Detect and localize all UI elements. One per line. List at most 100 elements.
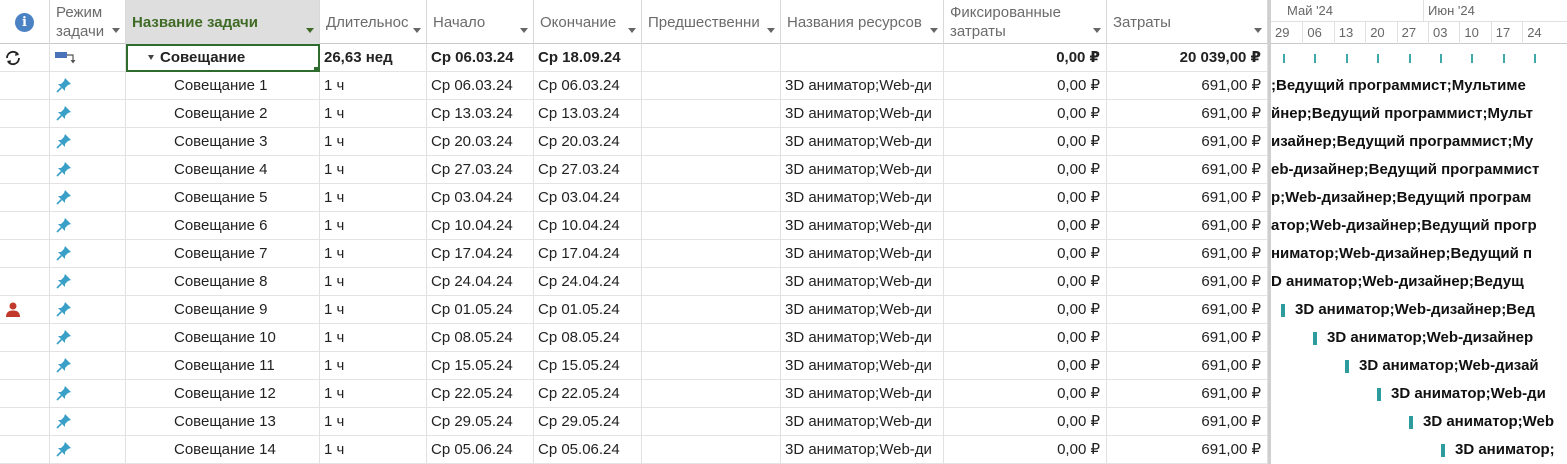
task-start-cell[interactable]: Ср 29.05.24 — [427, 408, 534, 436]
summary-predecessors[interactable] — [642, 44, 781, 72]
task-pred-cell[interactable] — [642, 408, 781, 436]
col-fixed-cost[interactable]: Фиксированные затраты — [944, 0, 1107, 44]
task-finish-cell[interactable]: Ср 03.04.24 — [534, 184, 642, 212]
task-resources-cell[interactable]: 3D аниматор;Web-ди — [781, 100, 944, 128]
task-resources-cell[interactable]: 3D аниматор;Web-ди — [781, 156, 944, 184]
task-name-cell[interactable]: Совещание 5 — [126, 184, 320, 212]
gantt-row[interactable]: ниматор;Web-дизайнер;Ведущий п — [1271, 240, 1567, 268]
gantt-row[interactable]: р;Web-дизайнер;Ведущий програм — [1271, 184, 1567, 212]
task-start-cell[interactable]: Ср 08.05.24 — [427, 324, 534, 352]
task-fixed-cell[interactable]: 0,00 ₽ — [944, 296, 1107, 324]
task-pred-cell[interactable] — [642, 156, 781, 184]
task-duration-cell[interactable]: 1 ч — [320, 268, 427, 296]
task-cost-cell[interactable]: 691,00 ₽ — [1107, 156, 1268, 184]
task-cost-cell[interactable]: 691,00 ₽ — [1107, 380, 1268, 408]
table-row[interactable]: Совещание 31 ч Ср 20.03.24 Ср 20.03.24 3D а… — [0, 128, 1268, 156]
task-name-cell[interactable]: Совещание 1 — [126, 72, 320, 100]
table-row[interactable]: Совещание 12 1 ч Ср 22.05.24 Ср 22.05.24 3D … — [0, 380, 1268, 408]
summary-duration[interactable]: 26,63 нед — [320, 44, 427, 72]
task-fixed-cell[interactable]: 0,00 ₽ — [944, 268, 1107, 296]
task-name-cell[interactable]: Совещание 13 — [126, 408, 320, 436]
task-duration-cell[interactable]: 1 ч — [320, 380, 427, 408]
summary-row[interactable]: Совещание 26,63 нед Ср 06.03.24 Ср 18.09… — [0, 44, 1268, 72]
col-indicators[interactable]: i — [0, 0, 50, 44]
chevron-down-icon[interactable] — [1254, 28, 1262, 33]
task-resources-cell[interactable]: 3D аниматор;Web-ди — [781, 240, 944, 268]
table-row[interactable]: Совещание 10 1 ч Ср 08.05.24 Ср 08.05.24 3D … — [0, 324, 1268, 352]
gantt-row[interactable]: изайнер;Ведущий программист;Му — [1271, 128, 1567, 156]
chevron-down-icon[interactable] — [520, 28, 528, 33]
task-fixed-cell[interactable]: 0,00 ₽ — [944, 72, 1107, 100]
task-cost-cell[interactable]: 691,00 ₽ — [1107, 324, 1268, 352]
task-fixed-cell[interactable]: 0,00 ₽ — [944, 408, 1107, 436]
task-finish-cell[interactable]: Ср 17.04.24 — [534, 240, 642, 268]
gantt-summary-row[interactable] — [1271, 44, 1567, 72]
summary-cost[interactable]: 20 039,00 ₽ — [1107, 44, 1268, 72]
task-fixed-cell[interactable]: 0,00 ₽ — [944, 324, 1107, 352]
task-finish-cell[interactable]: Ср 10.04.24 — [534, 212, 642, 240]
task-resources-cell[interactable]: 3D аниматор;Web-ди — [781, 352, 944, 380]
gantt-bar[interactable] — [1409, 416, 1413, 429]
mode-cell[interactable] — [50, 100, 126, 128]
mode-cell[interactable] — [50, 352, 126, 380]
gantt-row[interactable]: 3D аниматор;Web-дизайнер;Вед — [1271, 296, 1567, 324]
table-row[interactable]: Совещание 51 ч Ср 03.04.24 Ср 03.04.24 3D а… — [0, 184, 1268, 212]
task-duration-cell[interactable]: 1 ч — [320, 408, 427, 436]
task-resources-cell[interactable]: 3D аниматор;Web-ди — [781, 184, 944, 212]
gantt-row[interactable]: 3D аниматор;Web-ди — [1271, 380, 1567, 408]
mode-cell[interactable] — [50, 44, 126, 72]
gantt-row[interactable]: 3D аниматор;Web-дизай — [1271, 352, 1567, 380]
gantt-row[interactable]: йнер;Ведущий программист;Мульт — [1271, 100, 1567, 128]
gantt-row[interactable]: 3D аниматор;Web — [1271, 408, 1567, 436]
task-resources-cell[interactable]: 3D аниматор;Web-ди — [781, 268, 944, 296]
mode-cell[interactable] — [50, 268, 126, 296]
task-pred-cell[interactable] — [642, 352, 781, 380]
task-start-cell[interactable]: Ср 13.03.24 — [427, 100, 534, 128]
task-resources-cell[interactable]: 3D аниматор;Web-ди — [781, 380, 944, 408]
task-start-cell[interactable]: Ср 10.04.24 — [427, 212, 534, 240]
chevron-down-icon[interactable] — [628, 28, 636, 33]
task-start-cell[interactable]: Ср 15.05.24 — [427, 352, 534, 380]
task-resources-cell[interactable]: 3D аниматор;Web-ди — [781, 436, 944, 464]
task-duration-cell[interactable]: 1 ч — [320, 128, 427, 156]
col-task-name[interactable]: Название задачи — [126, 0, 320, 44]
gantt-bar[interactable] — [1377, 388, 1381, 401]
task-name-cell[interactable]: Совещание 3 — [126, 128, 320, 156]
task-finish-cell[interactable]: Ср 24.04.24 — [534, 268, 642, 296]
table-row[interactable]: Совещание 71 ч Ср 17.04.24 Ср 17.04.24 3D а… — [0, 240, 1268, 268]
task-duration-cell[interactable]: 1 ч — [320, 436, 427, 464]
gantt-row[interactable]: 3D аниматор;Web-дизайнер — [1271, 324, 1567, 352]
gantt-bar[interactable] — [1313, 332, 1317, 345]
task-duration-cell[interactable]: 1 ч — [320, 156, 427, 184]
task-resources-cell[interactable]: 3D аниматор;Web-ди — [781, 324, 944, 352]
chevron-down-icon[interactable] — [306, 28, 314, 33]
task-name-cell[interactable]: Совещание 9 — [126, 296, 320, 324]
task-start-cell[interactable]: Ср 05.06.24 — [427, 436, 534, 464]
task-finish-cell[interactable]: Ср 05.06.24 — [534, 436, 642, 464]
task-pred-cell[interactable] — [642, 212, 781, 240]
col-duration[interactable]: Длительнос — [320, 0, 427, 44]
col-task-mode[interactable]: Режим задачи — [50, 0, 126, 44]
task-pred-cell[interactable] — [642, 380, 781, 408]
task-fixed-cell[interactable]: 0,00 ₽ — [944, 352, 1107, 380]
task-duration-cell[interactable]: 1 ч — [320, 324, 427, 352]
task-name-cell[interactable]: Совещание 14 — [126, 436, 320, 464]
task-resources-cell[interactable]: 3D аниматор;Web-ди — [781, 72, 944, 100]
task-duration-cell[interactable]: 1 ч — [320, 184, 427, 212]
chevron-down-icon[interactable] — [413, 28, 421, 33]
task-finish-cell[interactable]: Ср 22.05.24 — [534, 380, 642, 408]
mode-cell[interactable] — [50, 408, 126, 436]
mode-cell[interactable] — [50, 240, 126, 268]
task-cost-cell[interactable]: 691,00 ₽ — [1107, 184, 1268, 212]
task-finish-cell[interactable]: Ср 13.03.24 — [534, 100, 642, 128]
task-start-cell[interactable]: Ср 27.03.24 — [427, 156, 534, 184]
task-duration-cell[interactable]: 1 ч — [320, 240, 427, 268]
gantt-row[interactable]: атор;Web-дизайнер;Ведущий прогр — [1271, 212, 1567, 240]
task-finish-cell[interactable]: Ср 29.05.24 — [534, 408, 642, 436]
table-row[interactable]: Совещание 91 ч Ср 01.05.24 Ср 01.05.24 3D а… — [0, 296, 1268, 324]
mode-cell[interactable] — [50, 212, 126, 240]
gantt-row[interactable]: ;Ведущий программист;Мультиме — [1271, 72, 1567, 100]
task-fixed-cell[interactable]: 0,00 ₽ — [944, 156, 1107, 184]
task-name-cell[interactable]: Совещание 11 — [126, 352, 320, 380]
task-duration-cell[interactable]: 1 ч — [320, 296, 427, 324]
